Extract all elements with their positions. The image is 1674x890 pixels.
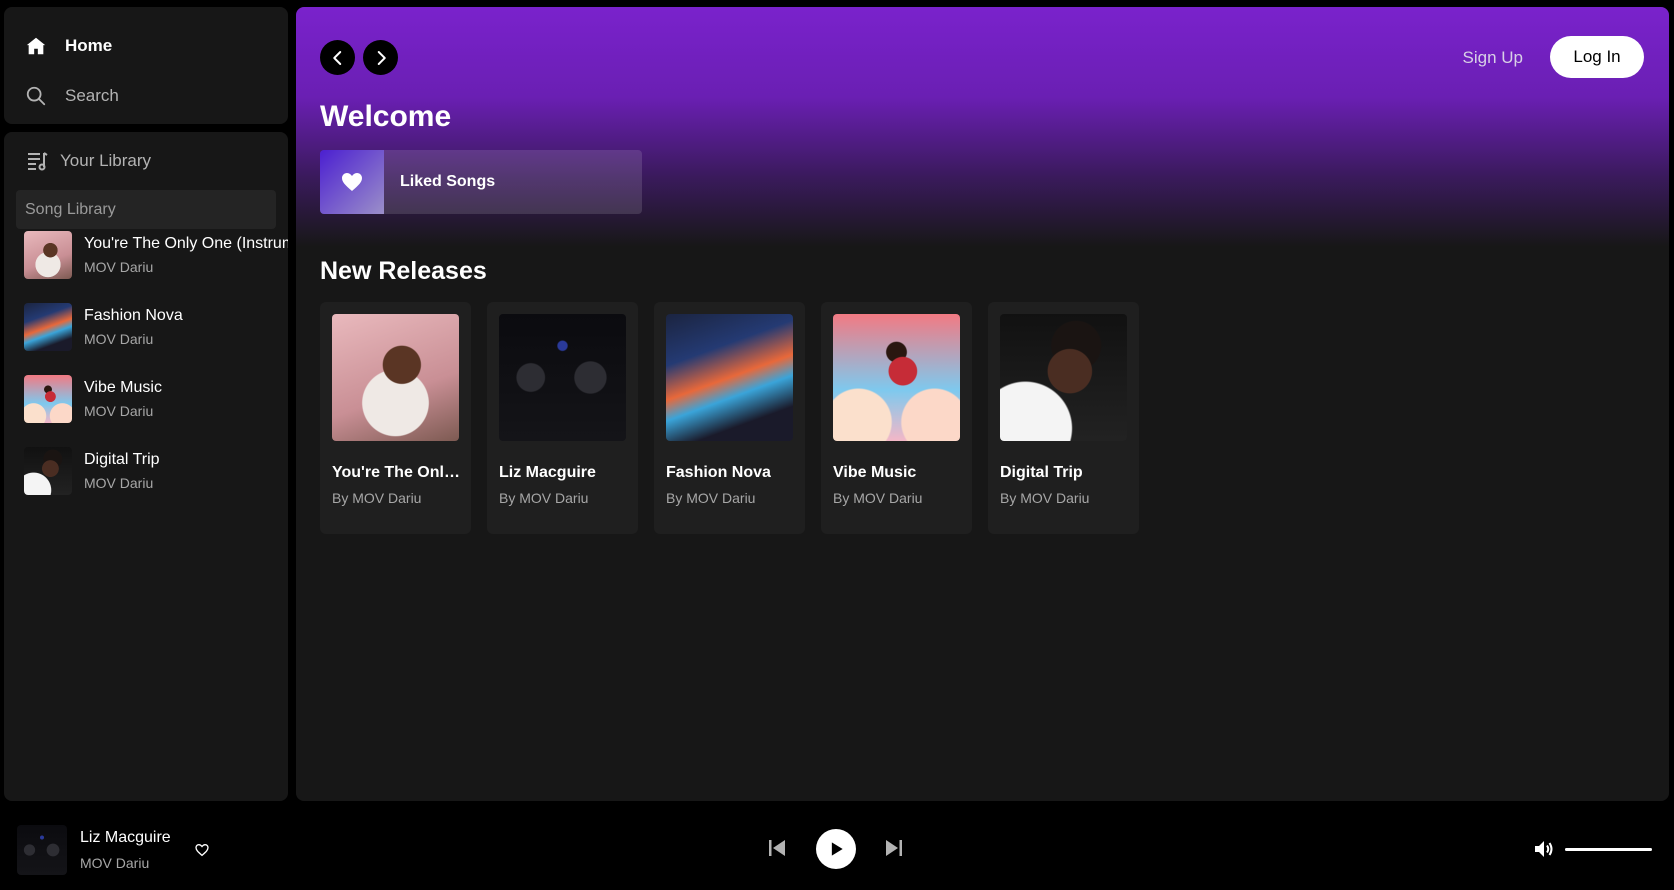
library-icon xyxy=(28,152,48,171)
main-content: Sign Up Log In Welcome Liked Songs New R… xyxy=(296,7,1669,801)
library-panel: Your Library You're The Only One (Instru… xyxy=(4,132,288,801)
signup-button[interactable]: Sign Up xyxy=(1463,48,1523,68)
album-art xyxy=(1000,314,1127,441)
song-artist: MOV Dariu xyxy=(84,475,154,491)
card-artist: By MOV Dariu xyxy=(1000,490,1090,506)
next-track-icon[interactable] xyxy=(882,836,906,860)
song-artist: MOV Dariu xyxy=(84,259,154,275)
release-card[interactable]: You're The Only One (Instrumental) By MO… xyxy=(320,302,471,534)
heart-outline-icon[interactable] xyxy=(194,842,210,858)
section-title: New Releases xyxy=(320,257,487,285)
previous-track-icon[interactable] xyxy=(765,836,789,860)
history-nav xyxy=(320,40,398,75)
now-playing-art xyxy=(17,825,67,875)
song-artist: MOV Dariu xyxy=(84,403,154,419)
list-item[interactable]: You're The Only One (Instrumental) MOV D… xyxy=(24,230,288,280)
page-title: Welcome xyxy=(320,100,452,133)
release-card[interactable]: Liz Macguire By MOV Dariu xyxy=(487,302,638,534)
album-art xyxy=(24,375,72,423)
play-icon xyxy=(831,842,843,856)
song-title: You're The Only One (Instrumental) xyxy=(84,235,288,252)
sidebar-item-label: Home xyxy=(65,36,113,55)
release-card[interactable]: Fashion Nova By MOV Dariu xyxy=(654,302,805,534)
now-playing-title: Liz Macguire xyxy=(80,829,171,846)
song-artist: MOV Dariu xyxy=(84,331,154,347)
album-art xyxy=(24,231,72,279)
list-item[interactable]: Fashion Nova MOV Dariu xyxy=(24,302,288,352)
card-title: Liz Macguire xyxy=(499,464,596,481)
release-card[interactable]: Digital Trip By MOV Dariu xyxy=(988,302,1139,534)
card-title: You're The Only One (Instrumental) xyxy=(332,464,462,481)
chevron-right-icon xyxy=(377,50,386,65)
card-artist: By MOV Dariu xyxy=(499,490,589,506)
app-window: Home Search Your Library You're The Only… xyxy=(0,0,1674,890)
library-header[interactable]: Your Library xyxy=(25,149,151,173)
song-title: Fashion Nova xyxy=(84,307,183,324)
album-art xyxy=(833,314,960,441)
heart-icon xyxy=(342,173,362,191)
forward-button[interactable] xyxy=(363,40,398,75)
chevron-left-icon xyxy=(332,50,341,65)
liked-songs-art xyxy=(320,150,384,214)
card-artist: By MOV Dariu xyxy=(332,490,422,506)
library-search-input[interactable] xyxy=(16,190,276,229)
now-playing-artist: MOV Dariu xyxy=(80,855,150,871)
player-bar: Liz Macguire MOV Dariu xyxy=(0,808,1674,890)
song-title: Digital Trip xyxy=(84,451,160,468)
login-button[interactable]: Log In xyxy=(1550,36,1644,78)
volume-slider[interactable] xyxy=(1565,848,1652,851)
card-artist: By MOV Dariu xyxy=(666,490,756,506)
album-art xyxy=(666,314,793,441)
search-icon xyxy=(26,86,46,106)
back-button[interactable] xyxy=(320,40,355,75)
volume-icon[interactable] xyxy=(1532,837,1556,861)
sidebar-nav: Home Search xyxy=(4,7,288,124)
card-artist: By MOV Dariu xyxy=(833,490,923,506)
library-title: Your Library xyxy=(60,151,152,170)
sidebar-item-search[interactable]: Search xyxy=(25,85,119,107)
list-item[interactable]: Digital Trip MOV Dariu xyxy=(24,446,288,496)
liked-songs-button[interactable]: Liked Songs xyxy=(320,150,642,214)
sidebar-item-label: Search xyxy=(65,86,119,105)
album-art xyxy=(332,314,459,441)
liked-songs-label: Liked Songs xyxy=(400,173,496,190)
card-title: Fashion Nova xyxy=(666,464,771,481)
album-art xyxy=(499,314,626,441)
sidebar-item-home[interactable]: Home xyxy=(25,35,112,57)
home-icon xyxy=(26,37,46,55)
card-title: Digital Trip xyxy=(1000,464,1083,481)
list-item[interactable]: Vibe Music MOV Dariu xyxy=(24,374,288,424)
card-title: Vibe Music xyxy=(833,464,917,481)
release-card[interactable]: Vibe Music By MOV Dariu xyxy=(821,302,972,534)
album-art xyxy=(24,447,72,495)
play-button[interactable] xyxy=(816,829,856,869)
volume-slider-fill xyxy=(1565,848,1652,851)
song-title: Vibe Music xyxy=(84,379,162,396)
album-art xyxy=(24,303,72,351)
